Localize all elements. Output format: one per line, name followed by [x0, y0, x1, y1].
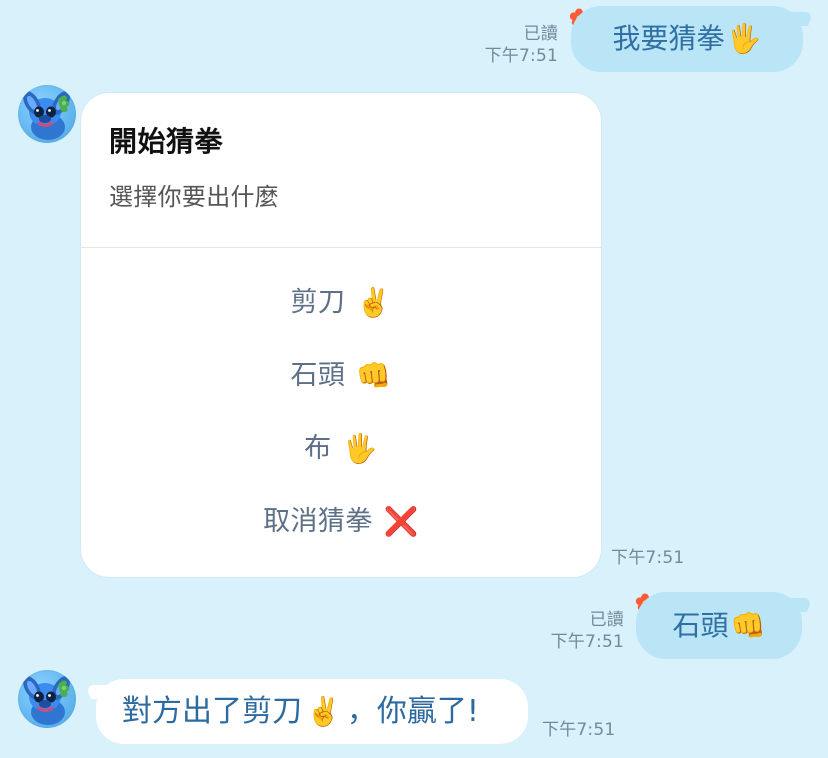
- option-label: 取消猜拳: [263, 506, 373, 537]
- option-label: 石頭: [290, 360, 346, 391]
- stitch-avatar-icon: [23, 676, 70, 725]
- option-rock[interactable]: 石頭 👊: [81, 359, 601, 393]
- option-paper[interactable]: 布 🖐️: [81, 432, 601, 466]
- message-meta: 下午7:51: [611, 547, 695, 569]
- rps-card: 開始猜拳 選擇你要出什麼 剪刀 ✌️ 石頭 👊 布 🖐️ 取消猜拳 ❌: [81, 93, 601, 577]
- fist-emoji-icon: 👊: [730, 608, 766, 642]
- avatar[interactable]: [18, 670, 76, 728]
- outgoing-message[interactable]: 我要猜拳 🖐️: [571, 6, 803, 72]
- message-meta: 已讀 下午7:51: [538, 609, 624, 653]
- option-scissors[interactable]: 剪刀 ✌️: [81, 286, 601, 320]
- option-cancel[interactable]: 取消猜拳 ❌: [81, 505, 601, 539]
- cross-mark-emoji-icon: ❌: [383, 505, 419, 538]
- chat-thread: 已讀 下午7:51 我要猜拳 🖐️ 開始猜拳 選擇你要出什麼 剪刀 ✌️ 石頭 …: [0, 0, 828, 758]
- raised-hand-emoji-icon: 🖐️: [342, 432, 378, 465]
- read-receipt: 已讀: [589, 610, 624, 630]
- avatar[interactable]: [18, 85, 76, 143]
- card-divider: [81, 247, 601, 248]
- message-meta: 已讀 下午7:51: [468, 23, 558, 67]
- message-time: 下午7:51: [484, 46, 558, 66]
- victory-hand-emoji-icon: ✌️: [306, 694, 341, 728]
- message-text: 石頭: [672, 608, 729, 642]
- fist-emoji-icon: 👊: [356, 359, 392, 392]
- option-label: 布: [304, 433, 332, 464]
- message-meta: 下午7:51: [542, 719, 626, 741]
- message-time: 下午7:51: [611, 548, 685, 568]
- message-text: 對方出了剪刀: [122, 693, 302, 729]
- read-receipt: 已讀: [523, 24, 558, 44]
- message-time: 下午7:51: [542, 720, 616, 740]
- incoming-message[interactable]: 對方出了剪刀 ✌️ ，你贏了!: [96, 679, 528, 744]
- stitch-avatar-icon: [23, 91, 70, 140]
- option-label: 剪刀: [290, 287, 346, 318]
- message-text-suffix: ，你贏了!: [346, 693, 479, 729]
- message-time: 下午7:51: [550, 632, 624, 652]
- card-subtitle: 選擇你要出什麼: [109, 183, 280, 211]
- victory-hand-emoji-icon: ✌️: [356, 286, 392, 319]
- card-title: 開始猜拳: [109, 125, 224, 158]
- message-text: 我要猜拳: [612, 22, 725, 55]
- outgoing-message[interactable]: 石頭 👊: [636, 592, 802, 659]
- raised-hand-emoji-icon: 🖐️: [726, 22, 762, 55]
